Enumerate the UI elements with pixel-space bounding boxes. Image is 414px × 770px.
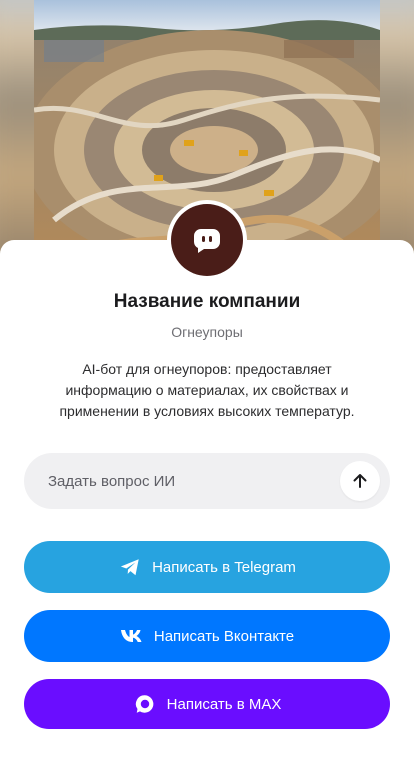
max-messenger-icon <box>133 692 157 716</box>
avatar <box>171 204 243 276</box>
send-button[interactable] <box>340 461 380 501</box>
telegram-icon <box>118 555 142 579</box>
company-name: Название компании <box>113 291 301 312</box>
ask-ai-bar <box>24 453 390 509</box>
avatar-frame <box>167 200 247 280</box>
vk-button-label: Написать Вконтакте <box>153 627 295 645</box>
vk-icon <box>120 624 144 648</box>
ask-ai-input[interactable] <box>24 453 334 509</box>
telegram-button-label: Написать в Telegram <box>152 558 296 576</box>
max-button-label: Написать в MAX <box>166 695 282 713</box>
chat-bot-icon <box>192 225 222 255</box>
telegram-button[interactable]: Написать в Telegram <box>24 541 390 593</box>
arrow-up-icon <box>351 472 369 490</box>
vk-button[interactable]: Написать Вконтакте <box>24 610 390 662</box>
max-button[interactable]: Написать в MAX <box>24 679 390 729</box>
company-category: Огнеупоры <box>171 324 243 340</box>
company-description: AI-бот для огнеупоров: предоставляет инф… <box>59 361 355 419</box>
